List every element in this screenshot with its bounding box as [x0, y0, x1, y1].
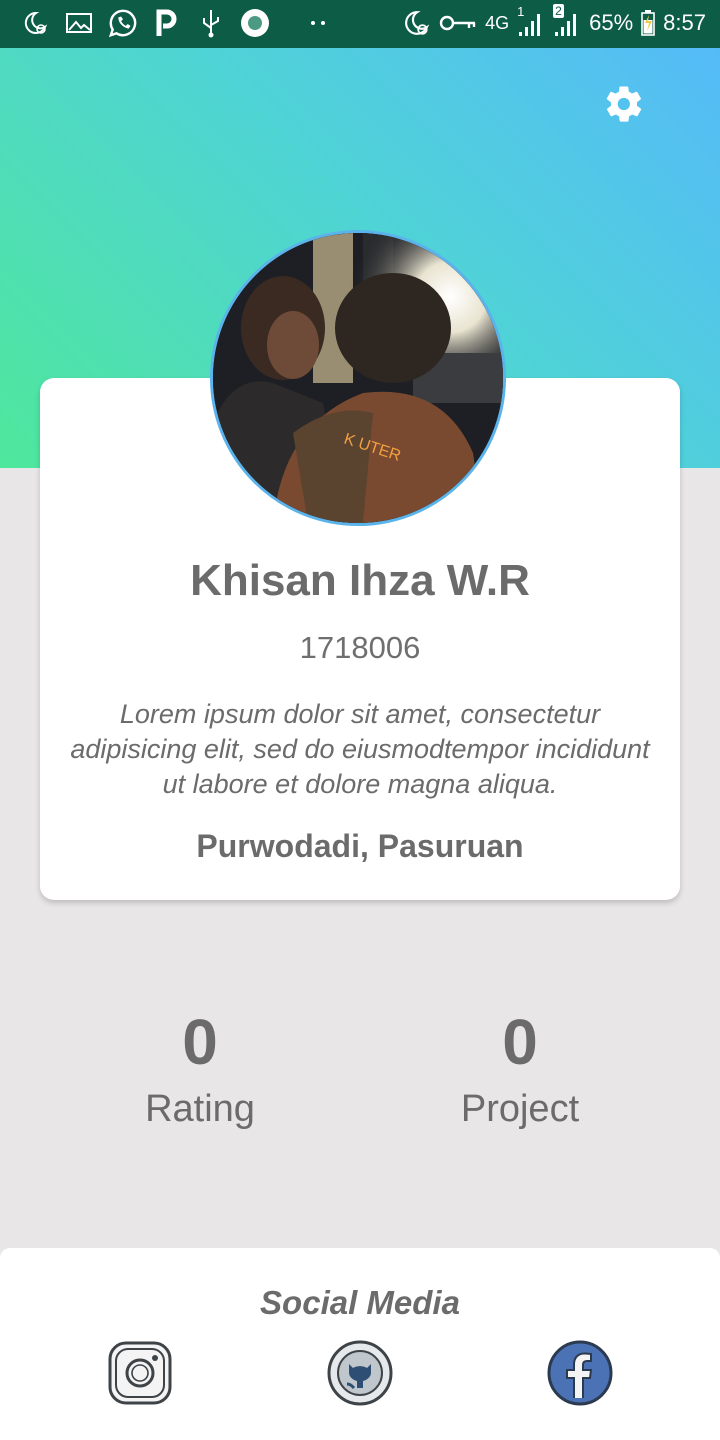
rating-value: 0	[182, 1006, 218, 1078]
signal-icon	[519, 14, 541, 36]
image-icon	[64, 8, 94, 38]
circle-app-icon	[240, 8, 270, 38]
dots-icon	[304, 8, 334, 38]
usb-icon	[196, 8, 226, 38]
network-type: 4G	[485, 12, 510, 33]
project-stat[interactable]: 0 Project	[380, 1006, 660, 1131]
project-label: Project	[460, 1088, 580, 1130]
status-bar-system: 4G 1 2 65% 8:57	[401, 4, 706, 38]
rating-label: Rating	[145, 1088, 255, 1130]
facebook-icon[interactable]	[547, 1340, 613, 1406]
avatar[interactable]: K UTER	[210, 230, 506, 526]
profile-id: 1718006	[299, 630, 421, 665]
signal-icon	[555, 14, 577, 36]
moon-alarm-icon	[401, 8, 431, 38]
project-value: 0	[502, 1006, 538, 1078]
social-media-title: Social Media	[260, 1284, 460, 1321]
key-icon	[439, 8, 477, 38]
rating-stat[interactable]: 0 Rating	[60, 1006, 340, 1131]
battery-percent: 65%	[589, 10, 634, 35]
profile-name: Khisan Ihza W.R	[190, 556, 530, 605]
p-icon	[152, 8, 182, 38]
signal-sim1: 1	[517, 4, 545, 38]
status-bar: 4G 1 2 65% 8:57	[0, 0, 720, 48]
gear-icon	[606, 86, 642, 122]
avatar-photo: K UTER	[213, 233, 503, 523]
battery-icon	[641, 8, 655, 38]
moon-alarm-icon	[20, 8, 50, 38]
signal-sim2: 2	[553, 4, 581, 38]
clock: 8:57	[663, 10, 706, 35]
instagram-icon[interactable]	[107, 1340, 173, 1406]
status-bar-notifications	[20, 8, 334, 38]
settings-button[interactable]	[602, 82, 646, 126]
whatsapp-icon	[108, 8, 138, 38]
profile-bio: Lorem ipsum dolor sit amet, consectetur …	[70, 699, 650, 799]
profile-location: Purwodadi, Pasuruan	[196, 828, 524, 864]
github-icon[interactable]	[327, 1340, 393, 1406]
